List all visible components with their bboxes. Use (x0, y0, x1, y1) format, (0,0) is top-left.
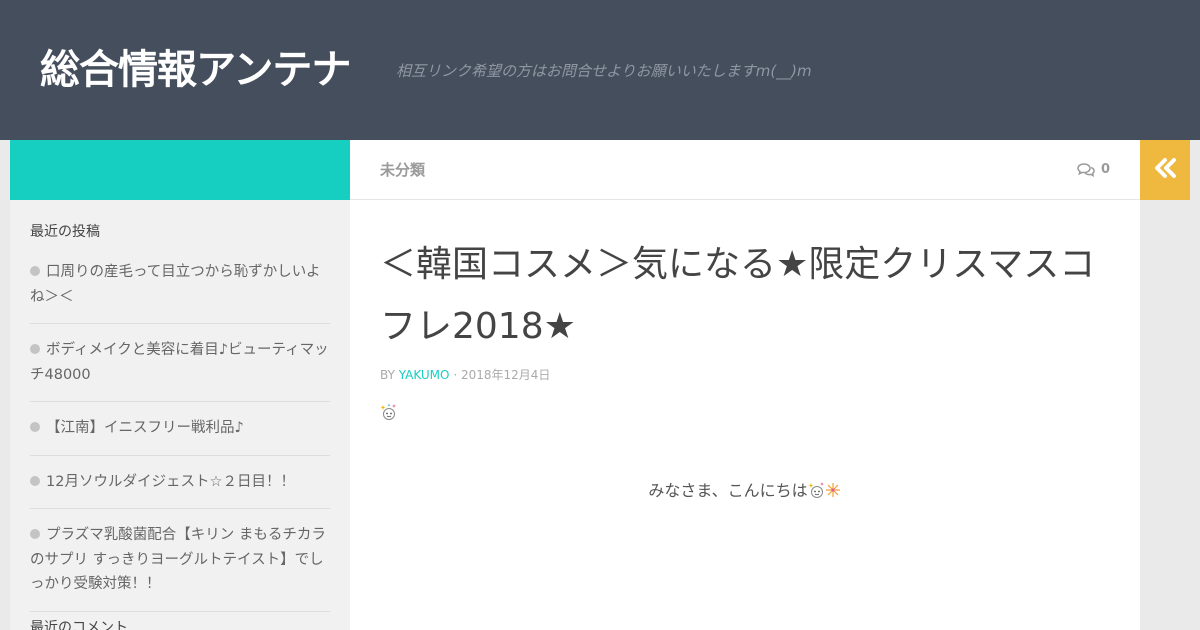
post-title: ＜韓国コスメ＞気になる★限定クリスマスコフレ2018★ (380, 244, 1096, 347)
sidebar-collapse-button[interactable] (1140, 140, 1190, 200)
post-meta: BY YAKUMO · 2018年12月4日 (380, 366, 550, 384)
list-item: 口周りの産毛って目立つから恥ずかしいよね＞＜ (30, 260, 330, 324)
list-item: 【江南】イニスフリー戦利品♪ (30, 416, 330, 456)
double-chevron-left-icon (1152, 157, 1178, 183)
content-topbar: 未分類 0 (350, 140, 1140, 200)
post-content: ＜韓国コスメ＞気になる★限定クリスマスコフレ2018★ BY YAKUMO · … (350, 200, 1140, 630)
recent-post-link[interactable]: 【江南】イニスフリー戦利品♪ (30, 416, 330, 441)
clock-icon (30, 344, 40, 354)
list-item: 12月ソウルダイジェスト☆２日目！！ (30, 470, 330, 509)
recent-post-link[interactable]: ボディメイクと美容に着目♪ビューティマッチ48000 (30, 338, 330, 387)
comment-count: 0 (1100, 162, 1110, 177)
site-tagline: 相互リンク希望の方はお問合せよりお願いいたしますm(__)m (396, 62, 812, 80)
post-date: 2018年12月4日 (460, 368, 551, 382)
recent-post-link[interactable]: 口周りの産毛って目立つから恥ずかしいよね＞＜ (30, 260, 330, 309)
author-link[interactable]: YAKUMO (399, 368, 450, 382)
recent-post-link[interactable]: プラズマ乳酸菌配合【キリン まもるチカラのサプリ すっきりヨーグルトテイスト】で… (30, 523, 330, 597)
recent-posts-list: 口周りの産毛って目立つから恥ずかしいよね＞＜ ボディメイクと美容に着目♪ビューテ… (30, 260, 330, 626)
clock-icon (30, 475, 40, 486)
sparkle-face-icon (380, 403, 398, 425)
recent-post-link[interactable]: 12月ソウルダイジェスト☆２日目！！ (30, 470, 330, 495)
sidebar: 最近の投稿 口周りの産毛って目立つから恥ずかしいよね＞＜ ボディメイクと美容に着… (10, 200, 350, 630)
clock-icon (30, 422, 40, 432)
clock-icon (30, 266, 40, 276)
category-link[interactable]: 未分類 (380, 159, 425, 181)
recent-comments-title: 最近のコメント (30, 620, 128, 630)
list-item: ボディメイクと美容に着目♪ビューティマッチ48000 (30, 338, 330, 402)
post-greeting: みなさま、こんにちは (350, 479, 1140, 506)
clock-icon (30, 529, 40, 539)
comment-count-link[interactable]: 0 (1077, 159, 1110, 181)
site-header: 総合情報アンテナ 相互リンク希望の方はお問合せよりお願いいたしますm(__)m (0, 0, 1200, 140)
list-item: プラズマ乳酸菌配合【キリン まもるチカラのサプリ すっきりヨーグルトテイスト】で… (30, 523, 330, 612)
meta-separator: · (453, 368, 458, 382)
right-gutter (1140, 200, 1200, 630)
comment-bubbles-icon (1077, 163, 1095, 177)
site-title[interactable]: 総合情報アンテナ (40, 42, 351, 98)
sidebar-header-bar (10, 140, 350, 200)
recent-posts-title: 最近の投稿 (30, 224, 100, 240)
byline-label: BY (380, 368, 395, 382)
sparkle-face-icon (807, 481, 842, 506)
